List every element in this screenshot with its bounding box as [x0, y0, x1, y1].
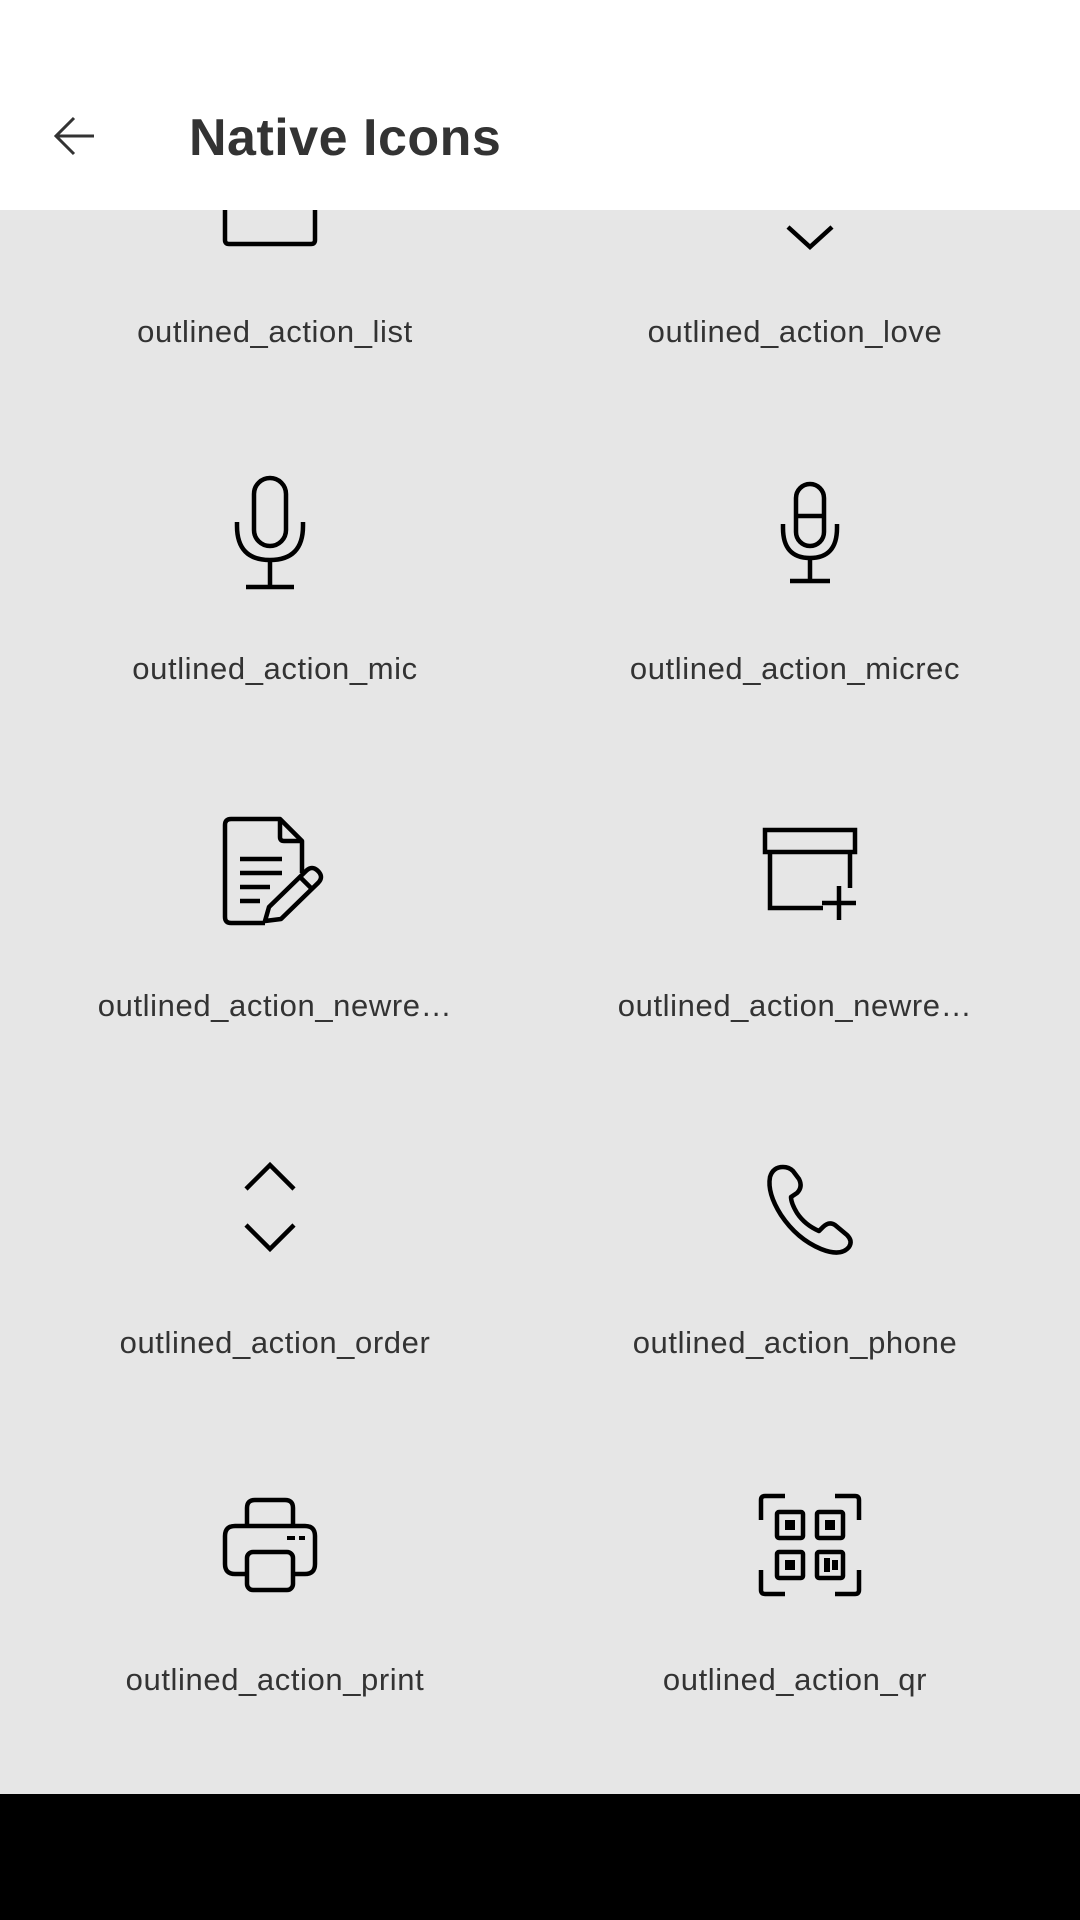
grid-item-label: outlined_action_list [137, 314, 413, 349]
arrow-left-icon [53, 116, 94, 156]
icon-grid[interactable]: outlined_action_list outlined_action_lov… [0, 210, 1080, 1794]
order-icon [0, 1148, 540, 1268]
grid-item-mic[interactable] [0, 419, 540, 756]
grid-item-newrequest-box[interactable] [540, 756, 1080, 1093]
grid-item-order[interactable] [0, 1093, 540, 1430]
system-navigation-bar [0, 1794, 1080, 1920]
grid-item-label: outlined_action_qr [662, 1662, 928, 1697]
new-box-icon [540, 811, 1080, 931]
app-header: Native Icons [0, 0, 1080, 210]
back-button[interactable] [38, 100, 110, 172]
mic-record-icon [540, 474, 1080, 594]
grid-item-micrec[interactable] [540, 419, 1080, 756]
grid-item-newrequest-doc[interactable] [0, 756, 540, 1093]
qr-code-icon [540, 1485, 1080, 1605]
phone-icon [540, 1148, 1080, 1268]
grid-item-label: outlined_action_newre… [97, 988, 453, 1023]
grid-item-label: outlined_action_love [647, 314, 943, 349]
new-document-icon [0, 811, 540, 931]
printer-icon [0, 1485, 540, 1605]
love-icon [540, 210, 1080, 257]
list-icon [0, 210, 540, 257]
grid-item-label: outlined_action_newre… [617, 988, 973, 1023]
grid-item-phone[interactable] [540, 1093, 1080, 1430]
grid-item-label: outlined_action_phone [632, 1325, 958, 1360]
grid-item-qr[interactable] [540, 1430, 1080, 1767]
mic-icon [0, 474, 540, 594]
grid-item-label: outlined_action_mic [132, 651, 418, 686]
grid-item-print[interactable] [0, 1430, 540, 1767]
grid-item-label: outlined_action_order [119, 1325, 431, 1360]
page-title: Native Icons [189, 109, 502, 167]
grid-item-label: outlined_action_print [125, 1662, 425, 1697]
grid-item-label: outlined_action_micrec [629, 651, 961, 686]
